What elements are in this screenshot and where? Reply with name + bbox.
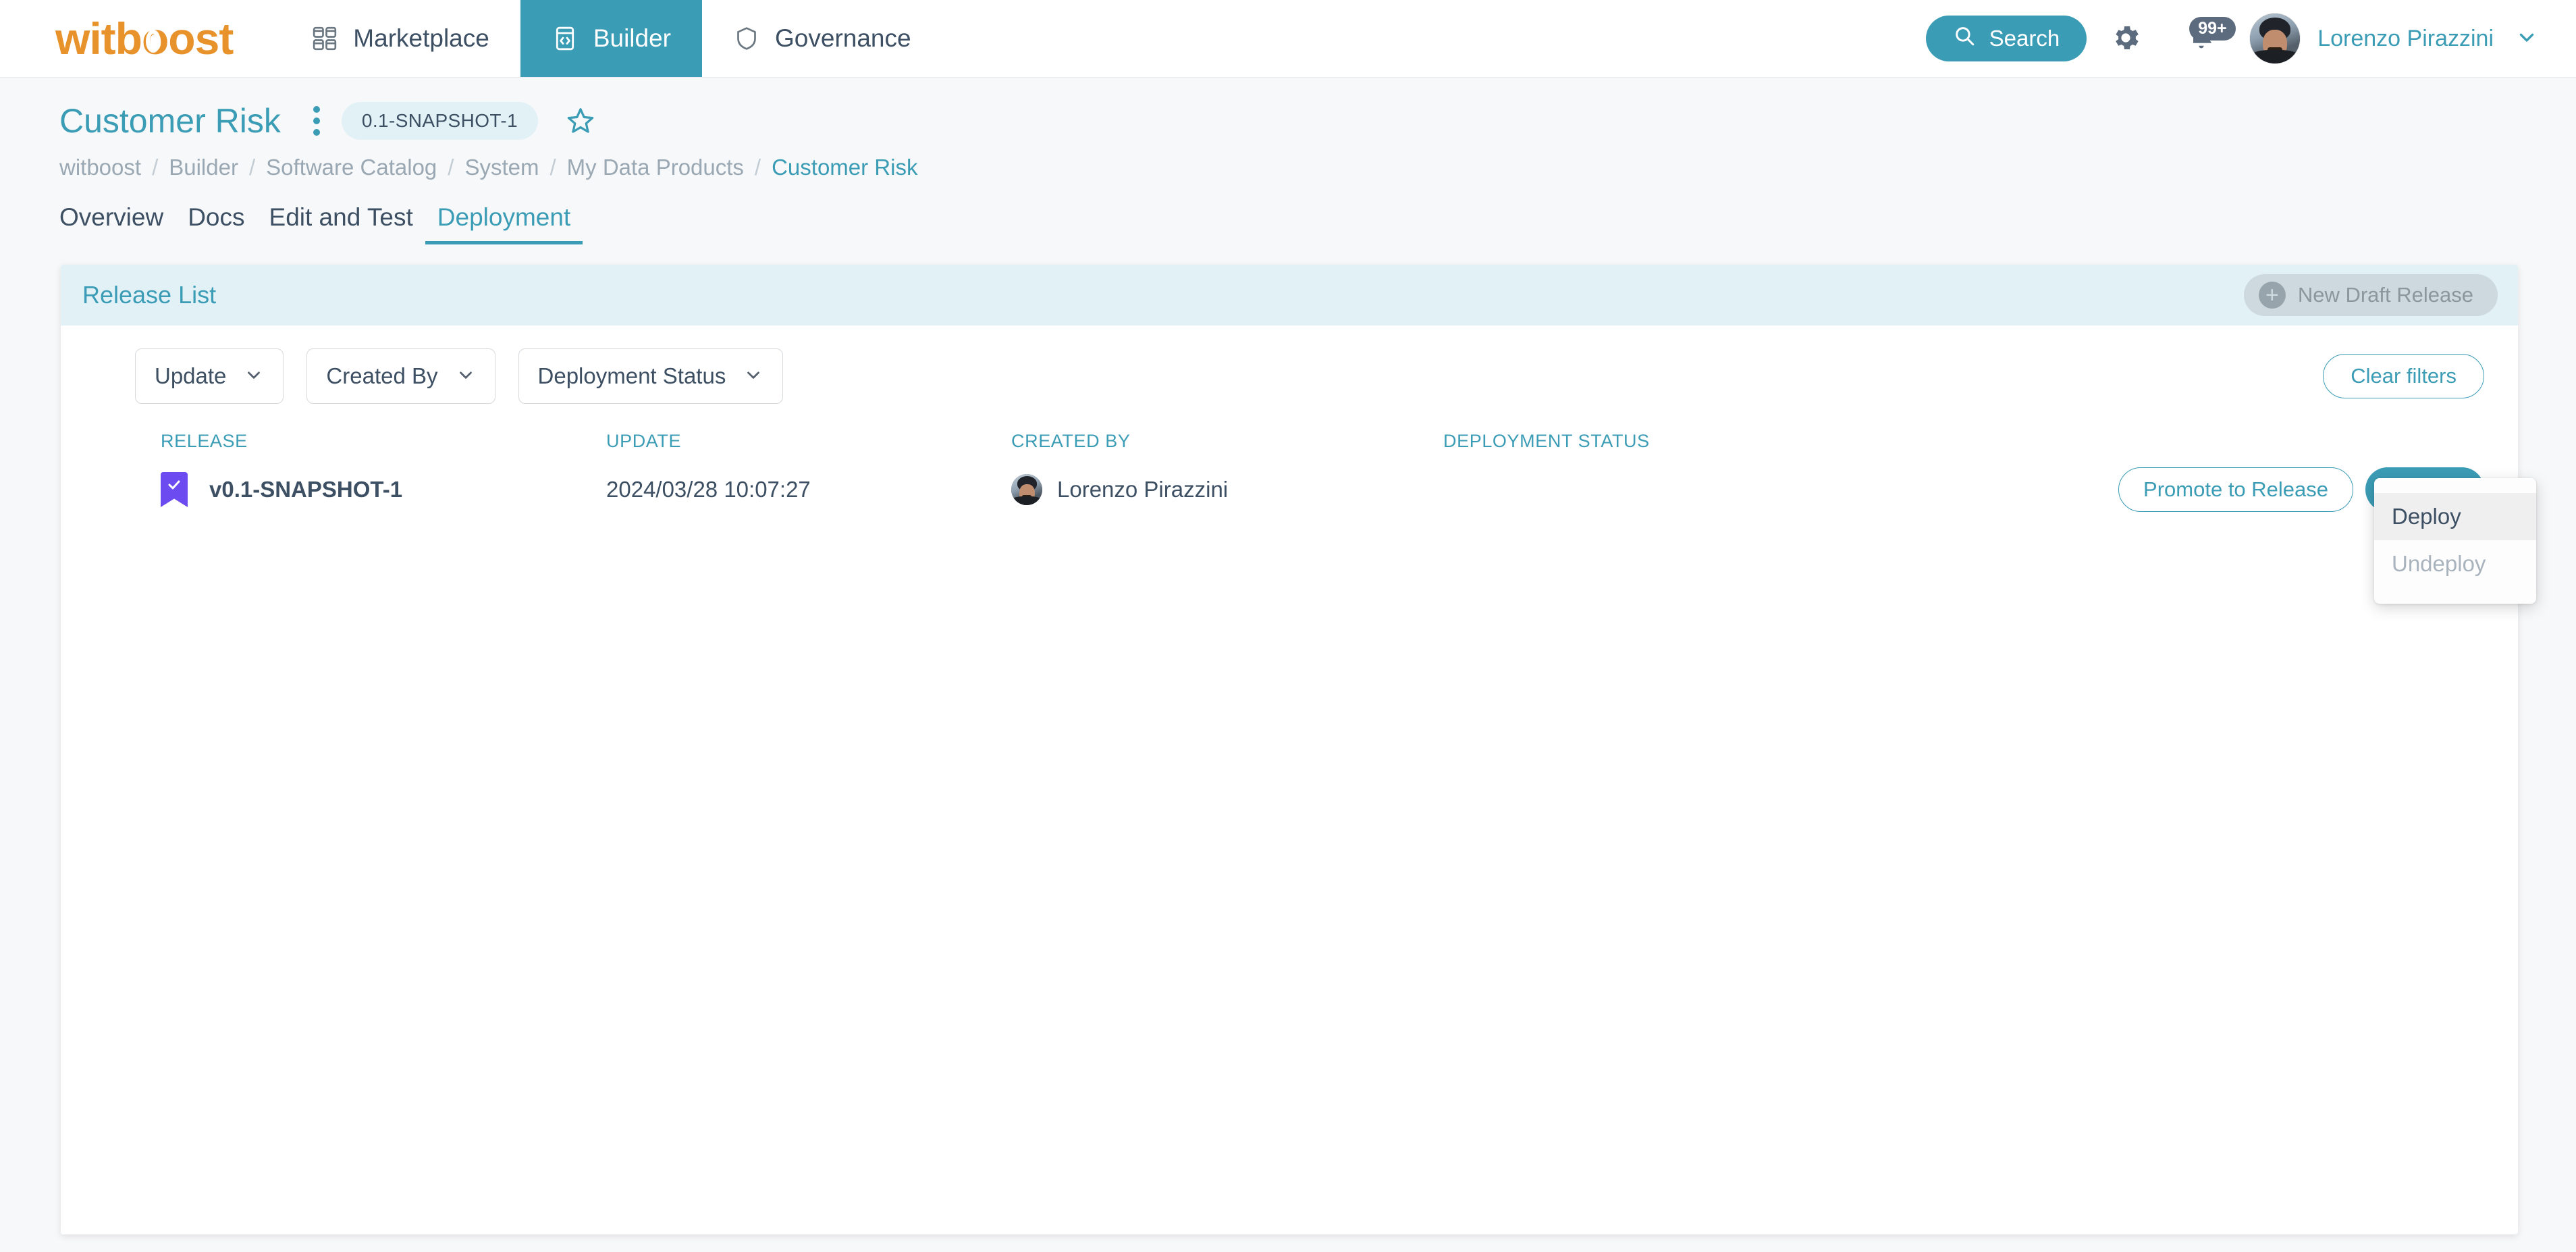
filter-created-by-label: Created By	[326, 363, 438, 388]
chevron-down-icon	[456, 365, 476, 388]
release-name: v0.1-SNAPSHOT-1	[209, 477, 403, 502]
breadcrumb-separator: /	[448, 155, 454, 180]
new-draft-release-button[interactable]: + New Draft Release	[2243, 274, 2498, 316]
filter-update-label: Update	[155, 363, 227, 388]
nav-right-group: Search 99+ Lorenzo Pirazzini	[1925, 0, 2576, 77]
breadcrumb-item-builder[interactable]: Builder	[169, 155, 238, 180]
filter-created-by[interactable]: Created By	[306, 348, 495, 404]
filter-bar: Update Created By Deployment Status Clea…	[61, 325, 2518, 404]
nav-item-marketplace-label: Marketplace	[353, 24, 489, 52]
nav-item-marketplace[interactable]: Marketplace	[280, 0, 520, 77]
logo-text-o: o	[141, 14, 169, 63]
top-navigation-bar: witb o ost Marketplace Builder Governanc…	[0, 0, 2576, 78]
avatar[interactable]	[2250, 14, 2301, 63]
chevron-down-icon	[244, 365, 264, 388]
release-list-card: Release List + New Draft Release Update …	[61, 265, 2518, 1234]
witboost-logo[interactable]: witb o ost	[0, 0, 280, 77]
column-header-created-by: CREATED BY	[1011, 431, 1131, 451]
card-title: Release List	[82, 281, 217, 309]
code-window-icon	[552, 25, 579, 52]
cell-release: v0.1-SNAPSHOT-1	[161, 472, 606, 507]
nav-item-governance-label: Governance	[775, 24, 911, 52]
release-bookmark-check-icon	[161, 472, 188, 507]
creator-name: Lorenzo Pirazzini	[1057, 477, 1229, 502]
column-header-update: UPDATE	[606, 431, 682, 451]
search-button-label: Search	[1989, 26, 2060, 51]
tab-edit-and-test[interactable]: Edit and Test	[257, 203, 425, 244]
breadcrumb-separator: /	[754, 155, 761, 180]
column-header-deployment-status: DEPLOYMENT STATUS	[1443, 431, 1650, 451]
plus-circle-icon: +	[2258, 282, 2286, 309]
breadcrumb: witboost / Builder / Software Catalog / …	[59, 155, 2576, 180]
cell-created-by: Lorenzo Pirazzini	[1011, 474, 1443, 505]
page-header: Customer Risk 0.1-SNAPSHOT-1 witboost / …	[0, 78, 2576, 244]
breadcrumb-separator: /	[248, 155, 256, 180]
page-tabs: Overview Docs Edit and Test Deployment	[59, 203, 2576, 244]
release-table: RELEASE UPDATE CREATED BY DEPLOYMENT STA…	[61, 431, 2518, 527]
breadcrumb-separator: /	[549, 155, 556, 180]
version-chip[interactable]: 0.1-SNAPSHOT-1	[341, 102, 539, 140]
gear-icon	[2110, 22, 2142, 56]
more-vertical-icon[interactable]	[296, 106, 338, 136]
shield-icon	[733, 25, 760, 52]
nav-item-builder[interactable]: Builder	[520, 0, 703, 77]
tab-deployment[interactable]: Deployment	[425, 203, 583, 244]
cell-update: 2024/03/28 10:07:27	[606, 477, 811, 502]
username-label[interactable]: Lorenzo Pirazzini	[2317, 26, 2494, 52]
column-header-release: RELEASE	[161, 431, 248, 451]
tab-docs[interactable]: Docs	[176, 203, 257, 244]
notifications-badge: 99+	[2189, 16, 2236, 41]
chevron-down-icon[interactable]	[2515, 26, 2538, 52]
avatar	[1011, 474, 1042, 505]
nav-item-governance[interactable]: Governance	[702, 0, 942, 77]
new-draft-release-label: New Draft Release	[2297, 283, 2473, 307]
breadcrumb-separator: /	[152, 155, 159, 180]
menu-item-deploy[interactable]: Deploy	[2374, 493, 2536, 540]
breadcrumb-item-software-catalog[interactable]: Software Catalog	[266, 155, 437, 180]
breadcrumb-item-witboost[interactable]: witboost	[59, 155, 141, 180]
table-body: v0.1-SNAPSHOT-1 2024/03/28 10:07:27 Lore…	[61, 452, 2518, 527]
menu-item-undeploy: Undeploy	[2392, 551, 2486, 576]
nav-item-builder-label: Builder	[593, 24, 672, 52]
settings-button[interactable]	[2087, 22, 2165, 56]
deploy-dropdown-menu: Deploy Undeploy	[2374, 478, 2536, 604]
promote-to-release-button[interactable]: Promote to Release	[2118, 467, 2354, 512]
tab-overview[interactable]: Overview	[59, 203, 176, 244]
filter-deployment-status[interactable]: Deployment Status	[518, 348, 784, 404]
search-button[interactable]: Search	[1925, 16, 2087, 61]
chevron-down-icon	[743, 365, 763, 388]
breadcrumb-item-my-data-products[interactable]: My Data Products	[567, 155, 744, 180]
star-outline-icon[interactable]	[565, 105, 596, 136]
filter-update[interactable]: Update	[135, 348, 284, 404]
notifications-button[interactable]: 99+	[2165, 16, 2238, 57]
grid-icon	[311, 25, 338, 52]
title-row: Customer Risk 0.1-SNAPSHOT-1	[59, 102, 2576, 140]
table-header-row: RELEASE UPDATE CREATED BY DEPLOYMENT STA…	[61, 431, 2518, 452]
card-header: Release List + New Draft Release	[61, 265, 2518, 325]
breadcrumb-item-system[interactable]: System	[464, 155, 539, 180]
logo-text-part2: ost	[168, 14, 234, 63]
breadcrumb-item-customer-risk[interactable]: Customer Risk	[772, 155, 917, 180]
logo-text-part1: witb	[55, 14, 142, 63]
logo-ring	[145, 30, 161, 53]
table-row[interactable]: v0.1-SNAPSHOT-1 2024/03/28 10:07:27 Lore…	[61, 452, 2518, 527]
clear-filters-button[interactable]: Clear filters	[2323, 354, 2484, 398]
page-title: Customer Risk	[59, 102, 281, 140]
filter-deployment-status-label: Deployment Status	[537, 363, 726, 388]
search-icon	[1953, 24, 1976, 53]
